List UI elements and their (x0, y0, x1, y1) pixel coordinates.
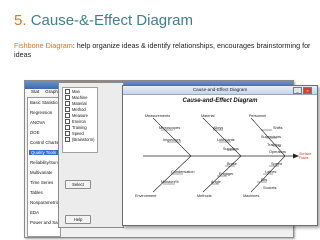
diagram-window: Cause-and-Effect Diagram _ × Cause-and-E… (122, 85, 318, 226)
checkbox-icon[interactable] (65, 95, 70, 101)
cause-label: Shifts (273, 126, 283, 130)
category-option[interactable]: Machine (65, 95, 87, 101)
stat-menu-item[interactable]: EDA (30, 210, 39, 215)
stat-menu-item[interactable]: Regression (30, 110, 52, 115)
cause-label: Inspectors (163, 138, 181, 142)
slide-subtitle: Fishbone Diagram: help organize ideas & … (14, 41, 314, 59)
category-option[interactable]: Measure (65, 113, 88, 119)
cause-label: Brake (227, 162, 237, 166)
cause-label: Speed (271, 162, 282, 166)
category-label: Environment (135, 194, 157, 198)
stat-menu-item[interactable]: Tables (30, 190, 43, 195)
category-option[interactable]: Method (65, 107, 86, 113)
stat-menu-item[interactable]: Control Charts (30, 140, 58, 145)
cause-label: Sockets (263, 186, 277, 190)
checkbox-icon[interactable] (65, 137, 70, 143)
stat-menu-item[interactable]: ANOVA (30, 120, 45, 125)
cause-label: Engager (219, 172, 234, 176)
effect-label: Surface Flaws (299, 152, 312, 161)
slide-title-text: Cause-&-Effect Diagram (30, 12, 193, 29)
cause-effect-dialog: Man Machine Material Method Measure Envi… (58, 82, 124, 228)
cause-label: Microscopes (159, 126, 181, 130)
cause-label: Operators (269, 150, 286, 154)
category-label: Measurements (145, 114, 171, 118)
help-button[interactable]: Help (65, 215, 91, 224)
select-button[interactable]: Select (65, 180, 91, 189)
fishbone-diagram (143, 117, 299, 193)
slide-title: 5. Cause-&-Effect Diagram (14, 12, 193, 29)
cause-label: Lubricants (217, 138, 235, 142)
category-label: Personnel (249, 114, 267, 118)
checkbox-icon[interactable] (65, 89, 70, 95)
category-option[interactable]: Speed (65, 131, 84, 137)
cause-label: Angle (211, 180, 221, 184)
cause-label: Training (267, 143, 281, 147)
category-option[interactable]: Material (65, 101, 87, 107)
category-option[interactable]: Training (65, 125, 87, 131)
slide-number: 5. (14, 12, 27, 29)
cause-label: Moisture% (161, 180, 179, 184)
stat-menu-item[interactable]: Multivariate (30, 170, 52, 175)
category-option[interactable]: Man (65, 89, 80, 95)
cause-label: Suppliers (223, 147, 239, 151)
stat-menu-item[interactable]: DOE (30, 130, 40, 135)
category-label: Material (201, 114, 215, 118)
cause-label: Bits (261, 178, 268, 182)
category-list: Man Machine Material Method Measure Envi… (62, 87, 98, 153)
category-label: Methods (197, 194, 212, 198)
menu-stat[interactable]: Stat (31, 89, 39, 94)
category-label: Machines (243, 194, 260, 198)
cause-label: Lathes (265, 170, 277, 174)
category-option[interactable]: Environ (65, 119, 86, 125)
checkbox-icon[interactable] (65, 113, 70, 119)
checkbox-icon[interactable] (65, 101, 70, 107)
checkbox-icon[interactable] (65, 119, 70, 125)
cause-label: Supervisors (261, 135, 282, 139)
checkbox-icon[interactable] (65, 125, 70, 131)
stat-menu-item[interactable]: Time Series (30, 180, 53, 185)
stat-menu-item-selected[interactable]: Quality Tools (29, 150, 59, 155)
stat-menu-list: Basic Statistics Regression ANOVA DOE Co… (27, 97, 77, 237)
cause-label: Alloys (213, 126, 224, 130)
checkbox-icon[interactable] (65, 107, 70, 113)
stat-menu-item[interactable]: Nonparametrics (30, 200, 61, 205)
menu-graph[interactable]: Graph (45, 89, 58, 94)
checkbox-icon[interactable] (65, 131, 70, 137)
subtitle-accent: Fishbone Diagram (14, 41, 73, 50)
cause-label: Condensation (171, 170, 195, 174)
stat-menu-item[interactable]: Basic Statistics (30, 100, 60, 105)
bone-measurements (152, 117, 192, 157)
category-option[interactable]: (Brainstorm) (65, 137, 95, 143)
